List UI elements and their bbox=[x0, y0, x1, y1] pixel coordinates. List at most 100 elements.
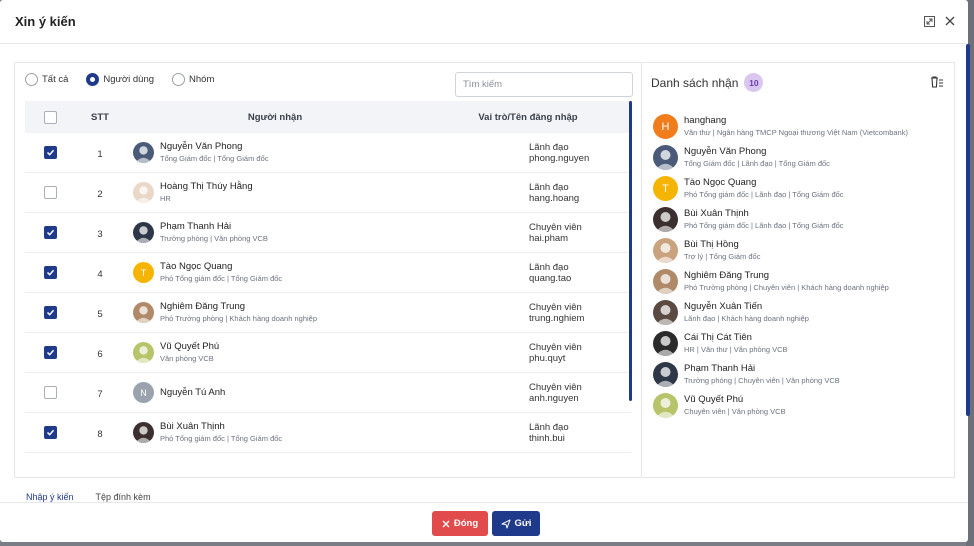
radio-users[interactable]: Người dùng bbox=[86, 73, 154, 86]
recipient-avatar-photo bbox=[653, 269, 678, 294]
row-role: Lãnh đạo bbox=[529, 261, 569, 273]
select-all-checkbox[interactable] bbox=[43, 110, 57, 124]
row-stt-cell: 4 bbox=[75, 264, 125, 282]
recipient-item[interactable]: Phạm Thanh Hải Trưởng phòng | Chuyên viên… bbox=[653, 359, 948, 390]
row-stt-cell: 3 bbox=[75, 224, 125, 242]
recipient-position: Phó Tổng giám đốc | Lãnh đạo | Tổng Giám… bbox=[684, 221, 844, 230]
recipient-position: Trưởng phòng | Chuyên viên | Văn phòng V… bbox=[684, 376, 840, 385]
recipient-item[interactable]: Nguyễn Xuân Tiến Lãnh đạo | Khách hàng do… bbox=[653, 297, 948, 328]
row-user-position: Trưởng phòng | Văn phòng VCB bbox=[160, 234, 268, 243]
user-avatar-photo bbox=[133, 422, 154, 443]
row-checkbox[interactable] bbox=[43, 226, 57, 239]
radio-users-circle[interactable] bbox=[86, 73, 100, 86]
row-checkbox-cell bbox=[25, 146, 75, 159]
close-icon[interactable] bbox=[943, 14, 957, 28]
recipient-item[interactable]: Bùi Xuân Thịnh Phó Tổng giám đốc | Lãnh đ… bbox=[653, 204, 948, 235]
radio-groups[interactable]: Nhóm bbox=[172, 73, 214, 86]
close-button[interactable]: Đóng bbox=[432, 511, 488, 536]
table-row[interactable]: 1 Nguyễn Văn Phong Tổng Giám đốc | Tổng Gi… bbox=[25, 133, 631, 173]
row-role: Chuyên viên bbox=[529, 381, 582, 393]
row-checkbox[interactable] bbox=[43, 426, 57, 439]
clear-list-icon[interactable] bbox=[930, 75, 944, 93]
recipient-position: HR | Văn thư | Văn phòng VCB bbox=[684, 345, 788, 354]
search-input[interactable] bbox=[455, 72, 633, 97]
recipient-item[interactable]: Nguyễn Văn Phong Tổng Giám đốc | Lãnh đạo… bbox=[653, 142, 948, 173]
row-user-cell: Nghiêm Đăng Trung Phó Trưởng phòng | Khác… bbox=[125, 301, 425, 324]
row-checkbox-cell bbox=[25, 226, 75, 239]
dialog-header: Xin ý kiến bbox=[0, 0, 968, 44]
row-checkbox[interactable] bbox=[43, 146, 57, 159]
radio-all-label: Tất cả bbox=[42, 74, 69, 85]
recipient-item[interactable]: Bùi Thị Hồng Trợ lý | Tổng Giám đốc bbox=[653, 235, 948, 266]
row-checkbox[interactable] bbox=[43, 346, 57, 359]
recipient-name: Cái Thị Cát Tiên bbox=[684, 332, 752, 343]
row-user-name: Bùi Xuân Thịnh bbox=[160, 421, 225, 432]
table-row[interactable]: 7 N Nguyễn Tú Anh Chuyên viên anh.nguyen bbox=[25, 373, 631, 413]
table-row[interactable]: 3 Phạm Thanh Hải Trưởng phòng | Văn phòng … bbox=[25, 213, 631, 253]
row-stt: 4 bbox=[97, 268, 103, 280]
check-icon bbox=[46, 149, 54, 156]
row-user-cell: Hoàng Thị Thúy Hằng HR bbox=[125, 181, 425, 204]
row-stt: 6 bbox=[97, 348, 103, 360]
header-checkbox-cell bbox=[25, 110, 75, 124]
row-role-cell: Lãnh đạo phong.nguyen bbox=[425, 142, 631, 164]
recipient-item[interactable]: Cái Thị Cát Tiên HR | Văn thư | Văn phòng… bbox=[653, 328, 948, 359]
feedback-dialog: Xin ý kiến Tất cả Người dùng Nhóm Tìm ki… bbox=[0, 0, 968, 542]
recipient-item[interactable]: Nghiêm Đăng Trung Phó Trưởng phòng | Chuy… bbox=[653, 266, 948, 297]
recipient-list-header: Danh sách nhận 10 bbox=[651, 73, 764, 92]
table-row[interactable]: 2 Hoàng Thị Thúy Hằng HR Lãnh đạo hang.hoang bbox=[25, 173, 631, 213]
recipient-avatar-photo bbox=[653, 331, 678, 356]
table-row[interactable]: 8 Bùi Xuân Thịnh Phó Tổng giám đốc | Tổng … bbox=[25, 413, 631, 453]
row-stt-cell: 8 bbox=[75, 424, 125, 442]
recipient-item[interactable]: Hhanghang Văn thư | Ngân hàng TMCP Ngoại … bbox=[653, 111, 948, 142]
user-avatar-initial: N bbox=[133, 382, 154, 403]
recipient-name: hanghang bbox=[684, 115, 727, 126]
avatar-initial: T bbox=[140, 267, 147, 278]
row-role: Lãnh đạo bbox=[529, 181, 569, 193]
row-checkbox[interactable] bbox=[43, 186, 57, 199]
table-row[interactable]: 4 T Tào Ngọc Quang Phó Tổng giám đốc | Tổng… bbox=[25, 253, 631, 293]
recipient-position: Văn thư | Ngân hàng TMCP Ngoại thương Vi… bbox=[684, 128, 908, 137]
radio-all[interactable]: Tất cả bbox=[25, 73, 68, 86]
table-row[interactable]: 6 Vũ Quyết Phú Văn phòng VCB Chuyên viên phu… bbox=[25, 333, 631, 373]
radio-all-circle[interactable] bbox=[25, 73, 38, 86]
row-user-position: Phó Trưởng phòng | Khách hàng doanh nghi… bbox=[160, 314, 318, 323]
dialog-footer: Đóng Gửi bbox=[0, 502, 968, 542]
check-icon bbox=[46, 309, 54, 316]
row-stt-cell: 5 bbox=[75, 304, 125, 322]
row-stt-cell: 7 bbox=[75, 384, 125, 402]
recipient-item[interactable]: T Tào Ngọc Quang Phó Tổng giám đốc | Lãnh … bbox=[653, 173, 948, 204]
radio-users-label: Người dùng bbox=[103, 74, 155, 85]
recipient-avatar-photo bbox=[653, 393, 678, 418]
recipient-name: Bùi Thị Hồng bbox=[684, 239, 739, 250]
row-checkbox-cell bbox=[25, 346, 75, 359]
avatar-initial: N bbox=[140, 387, 147, 398]
filter-radio-group: Tất cả Người dùng Nhóm bbox=[25, 73, 232, 86]
send-button[interactable]: Gửi bbox=[492, 511, 540, 536]
expand-icon[interactable] bbox=[922, 14, 936, 28]
radio-groups-circle[interactable] bbox=[172, 73, 186, 86]
row-checkbox[interactable] bbox=[43, 306, 57, 319]
row-checkbox[interactable] bbox=[43, 266, 57, 279]
row-role-cell: Chuyên viên anh.nguyen bbox=[425, 382, 631, 404]
table-scrollbar[interactable] bbox=[629, 101, 632, 401]
table-row[interactable]: 5 Nghiêm Đăng Trung Phó Trưởng phòng | Khá… bbox=[25, 293, 631, 333]
recipient-avatar-photo bbox=[653, 238, 678, 263]
recipient-item[interactable]: Vũ Quyết Phú Chuyên viên | Văn phòng VCB bbox=[653, 390, 948, 421]
tab-input-opinion[interactable]: Nhập ý kiến bbox=[26, 492, 74, 502]
row-role-cell: Chuyên viên trung.nghiem bbox=[425, 302, 631, 324]
row-checkbox[interactable] bbox=[43, 386, 57, 399]
user-avatar-photo bbox=[133, 342, 154, 363]
close-button-label: Đóng bbox=[453, 518, 479, 529]
recipient-table: STT Người nhận Vai trò/Tên đăng nhập 1 Ng… bbox=[25, 101, 631, 463]
row-role: Lãnh đạo bbox=[529, 421, 569, 433]
row-role-cell: Chuyên viên phu.quyt bbox=[425, 342, 631, 364]
header-stt: STT bbox=[91, 111, 109, 123]
send-icon bbox=[501, 519, 511, 528]
row-user-name: Nghiêm Đăng Trung bbox=[160, 301, 246, 312]
row-role-cell: Lãnh đạo thinh.bui bbox=[425, 422, 631, 444]
tab-attachments[interactable]: Tệp đính kèm bbox=[96, 492, 151, 502]
row-stt: 1 bbox=[97, 148, 103, 160]
recipient-list-scrollbar[interactable] bbox=[966, 44, 970, 416]
row-user-position: Văn phòng VCB bbox=[160, 354, 214, 363]
